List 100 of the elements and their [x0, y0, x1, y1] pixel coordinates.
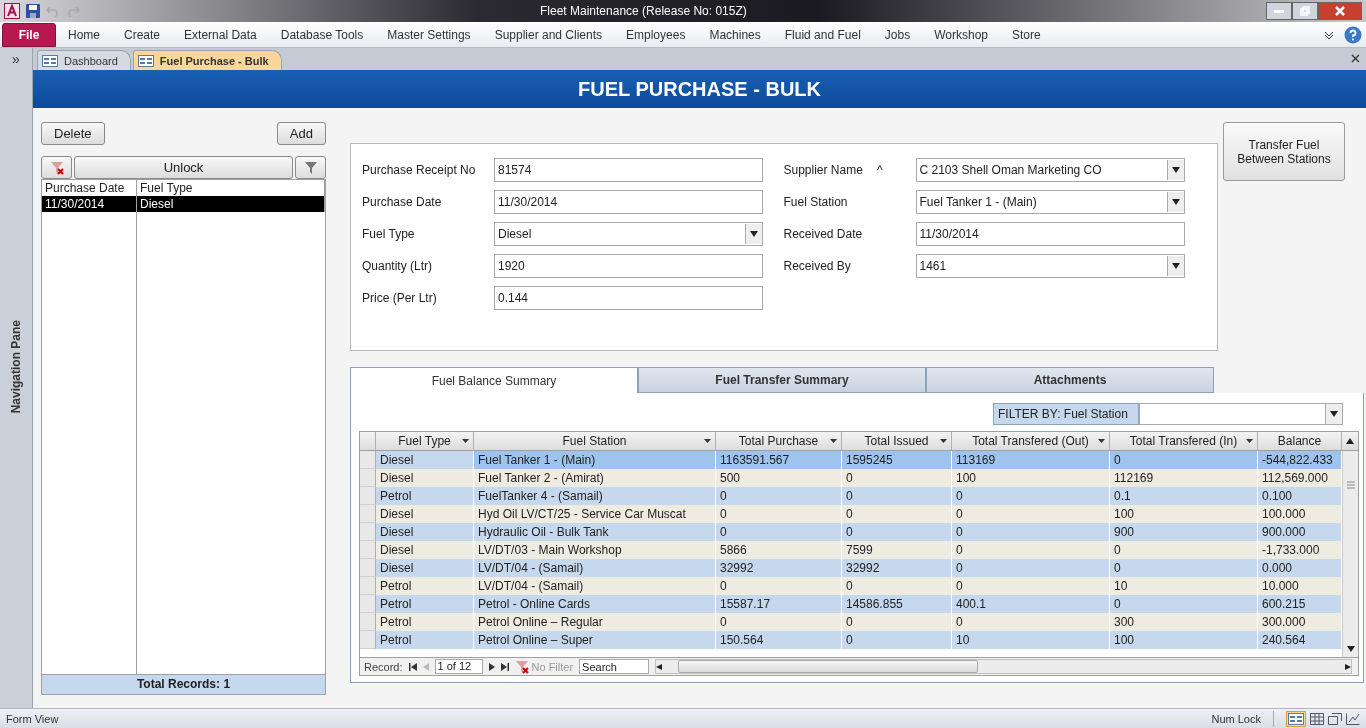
form-button[interactable]: Delete	[41, 122, 105, 145]
input-field[interactable]: 11/30/2014	[915, 222, 1185, 246]
filter-dropdown[interactable]	[1139, 403, 1343, 425]
transfer-fuel-button[interactable]: Transfer Fuel Between Stations	[1223, 122, 1345, 181]
column-header[interactable]: Total Transfered (Out)	[972, 434, 1089, 448]
dropdown-arrow-icon	[750, 231, 758, 237]
field-label: Supplier Name	[783, 163, 863, 177]
column-menu-icon[interactable]	[1246, 439, 1253, 443]
subform-tab[interactable]: Fuel Transfer Summary	[638, 367, 926, 393]
subform-tab[interactable]: Fuel Balance Summary	[350, 367, 638, 393]
subform-tab[interactable]: Attachments	[926, 367, 1214, 393]
column-header[interactable]: Total Purchase	[738, 434, 819, 448]
document-tab[interactable]: Dashboard	[37, 50, 131, 70]
field-label: Received By	[783, 259, 852, 273]
minimize-ribbon-icon[interactable]	[1324, 30, 1334, 39]
scroll-right-icon	[1343, 663, 1351, 670]
column-menu-icon[interactable]	[704, 439, 711, 443]
table-cell: 1163591.567	[716, 451, 842, 469]
field-label: Fuel Station	[783, 195, 849, 209]
scroll-down-icon	[1346, 646, 1355, 652]
last-record-icon[interactable]	[500, 662, 509, 671]
ribbon-tab[interactable]: Create	[112, 22, 173, 47]
ribbon-tab[interactable]: Workshop	[922, 22, 1000, 47]
navigation-pane-label[interactable]: Navigation Pane	[9, 320, 23, 414]
clear-filter-button[interactable]	[41, 156, 72, 179]
dropdown-arrow-icon	[1171, 263, 1180, 269]
unlock-button[interactable]: Unlock	[74, 156, 293, 179]
field-label: Quantity (Ltr)	[362, 259, 434, 273]
ribbon-tab[interactable]: Database Tools	[268, 22, 376, 47]
ribbon-tab[interactable]: Supplier and Clients	[482, 22, 615, 47]
list-cell[interactable]: 11/30/2014	[42, 196, 137, 212]
filter-icon	[303, 160, 318, 175]
ribbon-tab[interactable]: Machines	[697, 22, 773, 47]
form-icon	[137, 54, 154, 67]
restore-icon	[1300, 6, 1310, 16]
ribbon-tab[interactable]: Home	[56, 22, 112, 47]
scroll-up-icon	[1346, 438, 1354, 444]
column-header[interactable]: Total Issued	[864, 434, 929, 448]
field-label: Fuel Type	[362, 227, 416, 241]
field-label: Purchase Date	[362, 195, 443, 209]
record-count: Total Records: 1	[42, 674, 325, 694]
restore-button[interactable]	[1292, 2, 1318, 20]
scroll-thumb-icon[interactable]	[1346, 481, 1355, 489]
ribbon-tab[interactable]: Store	[1000, 22, 1053, 47]
input-field[interactable]: 1920	[494, 254, 763, 278]
no-filter-icon	[514, 659, 529, 674]
form-icon	[42, 54, 58, 67]
search-field[interactable]: Search	[579, 659, 650, 674]
first-record-icon[interactable]	[408, 662, 417, 671]
ribbon-tab[interactable]: Fluid and Fuel	[772, 22, 873, 47]
horizontal-scrollbar[interactable]	[655, 659, 1352, 674]
close-icon[interactable]	[1351, 54, 1360, 63]
filter-button[interactable]	[295, 156, 326, 179]
datasheet-view-icon[interactable]	[1310, 712, 1324, 725]
layout-view-icon[interactable]	[1328, 712, 1342, 725]
field-label: Price (Per Ltr)	[362, 291, 438, 305]
column-header[interactable]: Fuel Type	[398, 434, 451, 448]
document-tab[interactable]: Fuel Purchase - Bulk	[132, 50, 282, 70]
dropdown-field[interactable]: Fuel Tanker 1 - (Main)	[915, 190, 1185, 214]
table-cell: 1595245	[842, 451, 952, 469]
next-record-icon[interactable]	[488, 662, 495, 671]
file-tab[interactable]: File	[2, 22, 56, 47]
input-field[interactable]: 81574	[494, 158, 763, 182]
column-menu-icon[interactable]	[940, 439, 947, 443]
design-view-icon[interactable]	[1346, 712, 1360, 725]
table-cell: Petrol Online – Super	[474, 631, 716, 649]
input-field[interactable]: 11/30/2014	[494, 190, 763, 214]
window-title: Fleet Maintenance (Release No: 015Z)	[540, 4, 748, 18]
ribbon-tab[interactable]: Master Settings	[375, 22, 483, 47]
dropdown-arrow-icon	[1171, 199, 1180, 205]
field-label: Received Date	[783, 227, 864, 241]
table-cell: -544,822.433	[1258, 451, 1342, 469]
minimize-button[interactable]	[1266, 2, 1292, 20]
input-field[interactable]: 0.144	[494, 286, 763, 310]
table-cell: 0	[842, 631, 952, 649]
dropdown-field[interactable]: 1461	[915, 254, 1185, 278]
help-icon[interactable]	[1344, 25, 1362, 44]
app-logo-icon	[4, 3, 20, 19]
form-button[interactable]: Add	[276, 122, 326, 145]
table-cell: 10	[952, 631, 1110, 649]
column-menu-icon[interactable]	[1098, 439, 1105, 443]
column-header[interactable]: Balance	[1277, 434, 1322, 448]
dropdown-field[interactable]: C 2103 Shell Oman Marketing CO	[915, 158, 1185, 182]
save-icon[interactable]	[26, 4, 40, 18]
table-cell: 150.564	[716, 631, 842, 649]
form-view-button[interactable]	[1286, 710, 1306, 727]
column-menu-icon[interactable]	[462, 439, 469, 443]
ribbon-tab[interactable]: External Data	[172, 22, 269, 47]
column-menu-icon[interactable]	[830, 439, 837, 443]
expand-navigation-button[interactable]: »	[3, 48, 29, 70]
record-position-field[interactable]: 1 of 12	[434, 659, 483, 674]
filter-label: FILTER BY: Fuel Station	[993, 403, 1139, 425]
ribbon-tab[interactable]: Employees	[614, 22, 698, 47]
list-cell[interactable]: Diesel	[137, 196, 325, 212]
ribbon-tab[interactable]: Jobs	[872, 22, 923, 47]
dropdown-field[interactable]: Diesel	[494, 222, 763, 246]
column-header[interactable]: Fuel Station	[562, 434, 627, 448]
column-header[interactable]: Total Transfered (In)	[1129, 434, 1238, 448]
status-text: Form View	[6, 712, 59, 725]
close-button[interactable]	[1318, 2, 1362, 20]
